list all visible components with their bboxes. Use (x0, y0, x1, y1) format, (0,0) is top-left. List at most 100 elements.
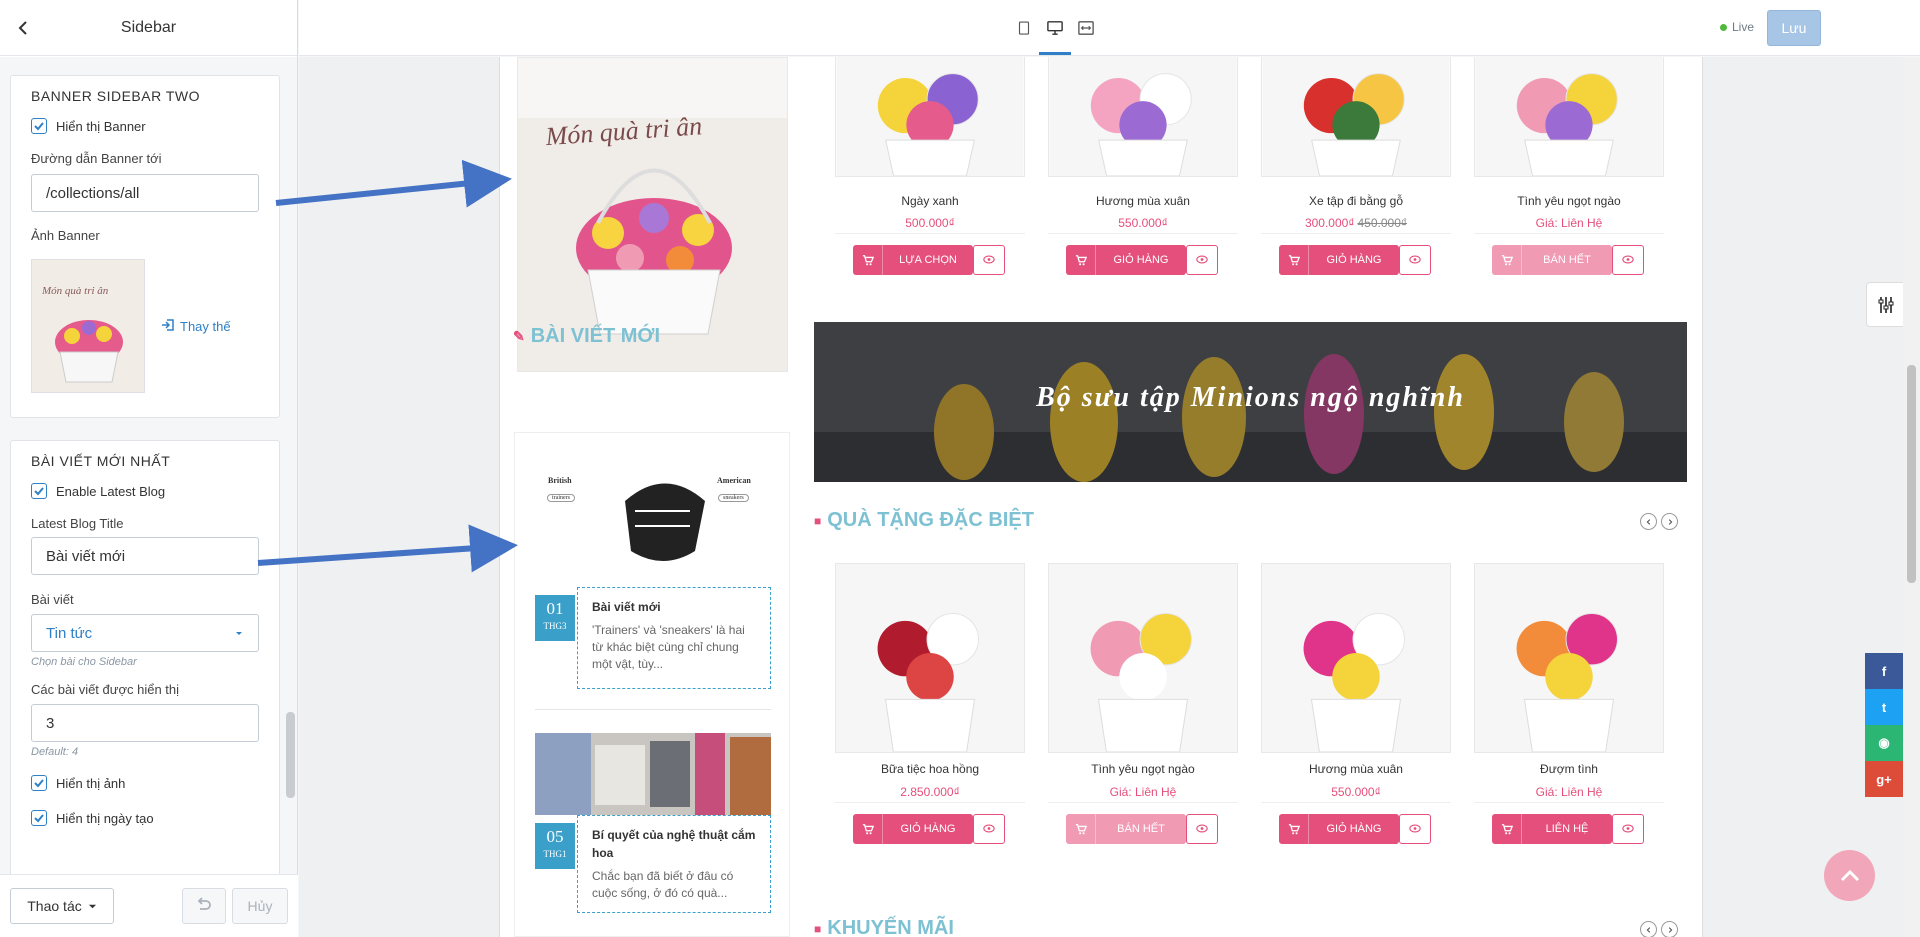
blog-select[interactable]: Tin tức (31, 614, 259, 652)
enable-latest-blog-checkbox[interactable] (31, 483, 47, 499)
show-banner-row[interactable]: Hiển thị Banner (31, 116, 259, 136)
add-to-cart-button[interactable]: GIỎ HÀNG (853, 814, 973, 844)
product-name[interactable]: Hương mùa xuân (1048, 194, 1238, 208)
back-arrow-icon[interactable] (12, 17, 34, 39)
show-date-checkbox[interactable] (31, 810, 47, 826)
cart-button-label: GIỎ HÀNG (1113, 254, 1169, 266)
add-to-cart-button[interactable]: BÁN HẾT (1492, 245, 1612, 275)
product-name[interactable]: Hương mùa xuân (1261, 762, 1451, 776)
google-plus-icon[interactable]: g+ (1865, 761, 1903, 797)
banner-link-input[interactable]: /collections/all (31, 174, 259, 212)
show-image-checkbox[interactable] (31, 775, 47, 791)
post-title[interactable]: Bí quyết của nghệ thuật cắm hoa (592, 826, 756, 862)
add-to-cart-button[interactable]: GIỎ HÀNG (1066, 245, 1186, 275)
show-date-label: Hiển thị ngày tạo (56, 810, 154, 826)
post-image[interactable] (535, 733, 771, 815)
caret-down-icon (88, 898, 97, 914)
post-card[interactable]: Bài viết mới 'Trainers' và 'sneakers' là… (577, 587, 771, 689)
cart-button-label: LIÊN HỆ (1545, 823, 1589, 835)
latest-blog-title-input[interactable]: Bài viết mới (31, 537, 259, 575)
save-button[interactable]: Lưu (1767, 10, 1821, 46)
desktop-view-icon[interactable] (1043, 16, 1067, 40)
rss-icon[interactable]: ◉ (1865, 725, 1903, 761)
add-to-cart-button[interactable]: GIỎ HÀNG (1279, 245, 1399, 275)
post-image-trainers: trainers (547, 494, 575, 502)
product-image[interactable] (1474, 57, 1664, 177)
add-to-cart-button[interactable]: GIỎ HÀNG (1279, 814, 1399, 844)
actions-label: Thao tác (27, 898, 82, 914)
carousel-prev-button[interactable] (1640, 513, 1657, 530)
undo-button[interactable] (182, 888, 226, 924)
show-date-row[interactable]: Hiển thị ngày tạo (31, 808, 259, 828)
quick-view-button[interactable] (973, 245, 1005, 275)
product-name[interactable]: Đượm tình (1474, 762, 1664, 776)
product-image[interactable] (1261, 57, 1451, 177)
add-to-cart-button[interactable]: BÁN HẾT (1066, 814, 1186, 844)
post-count-hint: Default: 4 (31, 746, 79, 758)
customize-sliders-icon[interactable] (1866, 282, 1904, 327)
facebook-icon[interactable]: f (1865, 653, 1903, 689)
post-count-input[interactable]: 3 (31, 704, 259, 742)
product-price: Giá: Liên Hệ (1048, 785, 1238, 799)
product-image[interactable] (1048, 57, 1238, 177)
mobile-view-icon[interactable] (1012, 16, 1036, 40)
panel-scrollbar[interactable] (286, 712, 295, 798)
cart-icon (1279, 245, 1309, 275)
minions-promo-banner[interactable]: Bộ sưu tập Minions ngộ nghĩnh (814, 322, 1687, 482)
divider (1048, 233, 1238, 234)
chevron-left-icon (1646, 926, 1650, 933)
product-price-value: Giá: Liên Hệ (1109, 785, 1177, 799)
product-image[interactable] (1048, 563, 1238, 753)
panel-scroll-area[interactable]: BANNER SIDEBAR TWO Hiển thị Banner Đường… (0, 57, 297, 874)
add-to-cart-button[interactable]: LIÊN HỆ (1492, 814, 1612, 844)
replace-label: Thay thế (180, 319, 231, 334)
carousel-next-button[interactable] (1661, 921, 1678, 937)
quick-view-button[interactable] (973, 814, 1005, 844)
quick-view-button[interactable] (1399, 814, 1431, 844)
quick-view-button[interactable] (1612, 814, 1644, 844)
preview-scrollbar-thumb[interactable] (1907, 365, 1916, 583)
carousel-prev-button[interactable] (1640, 921, 1657, 937)
product-image[interactable] (1474, 563, 1664, 753)
carousel-next-button[interactable] (1661, 513, 1678, 530)
banner-image-label: Ảnh Banner (31, 228, 100, 243)
quick-view-button[interactable] (1186, 245, 1218, 275)
show-banner-checkbox[interactable] (31, 118, 47, 134)
banner-sidebar-two-card: BANNER SIDEBAR TWO Hiển thị Banner Đường… (10, 75, 280, 418)
fullwidth-view-icon[interactable] (1074, 16, 1098, 40)
product-name[interactable]: Tình yêu ngọt ngào (1474, 194, 1664, 208)
theme-preview: Món quà tri ân ✎ BÀI VIẾT MỚI British tr… (299, 57, 1920, 937)
live-label: Live (1732, 20, 1755, 34)
product-name[interactable]: Xe tập đi bằng gỗ (1261, 194, 1451, 208)
twitter-icon[interactable]: t (1865, 689, 1903, 725)
cancel-button[interactable]: Hủy (232, 888, 288, 924)
product-name[interactable]: Ngày xanh (835, 194, 1025, 208)
gift-icon: ■ (814, 921, 822, 936)
product-image[interactable] (1261, 563, 1451, 753)
post-title[interactable]: Bài viết mới (592, 598, 756, 616)
quick-view-button[interactable] (1612, 245, 1644, 275)
cart-icon (853, 814, 883, 844)
product-image[interactable] (835, 563, 1025, 753)
product-price: 2.850.000₫ (835, 785, 1025, 799)
product-price-value: 550.000₫ (1331, 785, 1381, 799)
back-to-top-button[interactable] (1824, 850, 1875, 901)
banner-link-label: Đường dẫn Banner tới (31, 151, 162, 166)
quick-view-button[interactable] (1399, 245, 1431, 275)
replace-image-button[interactable]: Thay thế (161, 318, 231, 335)
product-name[interactable]: Tình yêu ngọt ngào (1048, 762, 1238, 776)
product-name[interactable]: Bữa tiệc hoa hồng (835, 762, 1025, 776)
post-image[interactable]: British trainers American sneakers (535, 461, 771, 566)
quick-view-button[interactable] (1186, 814, 1218, 844)
product-price: 500.000₫ (835, 216, 1025, 230)
actions-dropdown-button[interactable]: Thao tác (10, 888, 114, 924)
chevron-right-icon (1668, 926, 1672, 933)
post-card[interactable]: Bí quyết của nghệ thuật cắm hoa Chắc bạn… (577, 815, 771, 913)
live-dot-icon (1720, 23, 1727, 31)
add-to-cart-button[interactable]: LỰA CHỌN (853, 245, 973, 275)
preview-scrollbar[interactable] (1903, 57, 1920, 937)
product-price-value: 2.850.000₫ (900, 785, 960, 799)
enable-latest-blog-row[interactable]: Enable Latest Blog (31, 481, 259, 501)
show-image-row[interactable]: Hiển thị ảnh (31, 773, 259, 793)
product-image[interactable] (835, 57, 1025, 177)
